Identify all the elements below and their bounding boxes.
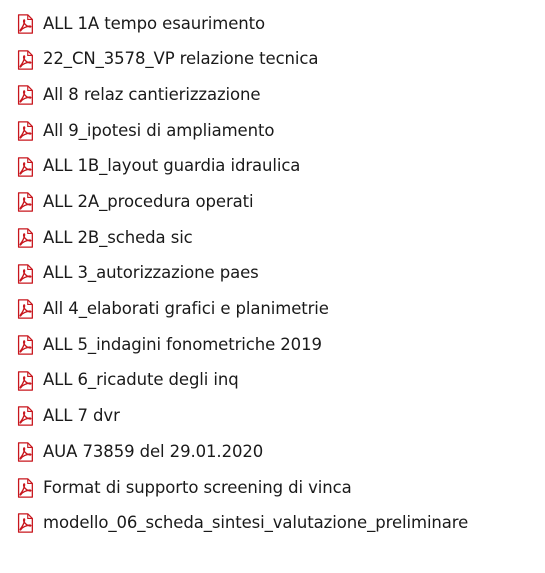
file-name: ALL 2A_procedura operati [43, 192, 254, 212]
pdf-document-icon [17, 14, 33, 34]
file-name: ALL 2B_scheda sic [43, 227, 193, 247]
file-name: ALL 5_indagini fonometriche 2019 [43, 334, 322, 354]
file-list-item[interactable]: AUA 73859 del 29.01.2020 [14, 434, 545, 470]
pdf-document-icon [17, 49, 33, 70]
file-list-item[interactable]: ALL 1B_layout guardia idraulica [14, 149, 545, 185]
pdf-document-icon [17, 335, 33, 355]
pdf-document-icon [17, 263, 33, 284]
file-list-item[interactable]: All 8 relaz cantierizzazione [14, 77, 545, 113]
file-list-item[interactable]: All 4_elaborati grafici e planimetrie [14, 292, 545, 328]
file-list-item[interactable]: ALL 1A tempo esaurimento [14, 6, 545, 42]
file-list: ALL 1A tempo esaurimento 22_CN_3578_VP re… [14, 6, 545, 541]
file-name: All 8 relaz cantierizzazione [43, 84, 261, 104]
file-name: 22_CN_3578_VP relazione tecnica [43, 49, 319, 69]
pdf-document-icon [17, 85, 33, 106]
file-name: AUA 73859 del 29.01.2020 [43, 441, 264, 461]
pdf-document-icon [17, 406, 33, 427]
file-list-item[interactable]: ALL 6_ricadute degli inq [14, 363, 545, 399]
file-name: ALL 3_autorizzazione paes [43, 263, 259, 283]
pdf-document-icon [17, 228, 33, 248]
file-list-item[interactable]: modello_06_scheda_sintesi_valutazione_pr… [14, 506, 545, 542]
file-list-item[interactable]: ALL 2B_scheda sic [14, 220, 545, 256]
pdf-document-icon [17, 156, 33, 177]
file-list-item[interactable]: ALL 5_indagini fonometriche 2019 [14, 327, 545, 363]
file-name: ALL 6_ricadute degli inq [43, 370, 239, 390]
file-name: ALL 1B_layout guardia idraulica [43, 156, 301, 176]
pdf-document-icon [17, 192, 33, 213]
file-list-item[interactable]: Format di supporto screening di vinca [14, 470, 545, 506]
pdf-document-icon [17, 299, 33, 320]
file-list-item[interactable]: ALL 2A_procedura operati [14, 184, 545, 220]
file-name: ALL 1A tempo esaurimento [43, 13, 265, 33]
pdf-document-icon [17, 370, 33, 391]
file-name: modello_06_scheda_sintesi_valutazione_pr… [43, 513, 469, 533]
pdf-document-icon [17, 121, 33, 141]
file-list-item[interactable]: ALL 7 dvr [14, 399, 545, 435]
file-name: Format di supporto screening di vinca [43, 477, 352, 497]
file-list-item[interactable]: All 9_ipotesi di ampliamento [14, 113, 545, 149]
pdf-document-icon [17, 477, 33, 498]
file-name: All 4_elaborati grafici e planimetrie [43, 299, 329, 319]
pdf-document-icon [17, 442, 33, 462]
file-list-item[interactable]: ALL 3_autorizzazione paes [14, 256, 545, 292]
file-list-item[interactable]: 22_CN_3578_VP relazione tecnica [14, 42, 545, 78]
file-name: ALL 7 dvr [43, 406, 120, 426]
file-name: All 9_ipotesi di ampliamento [43, 120, 275, 140]
pdf-document-icon [17, 513, 33, 534]
